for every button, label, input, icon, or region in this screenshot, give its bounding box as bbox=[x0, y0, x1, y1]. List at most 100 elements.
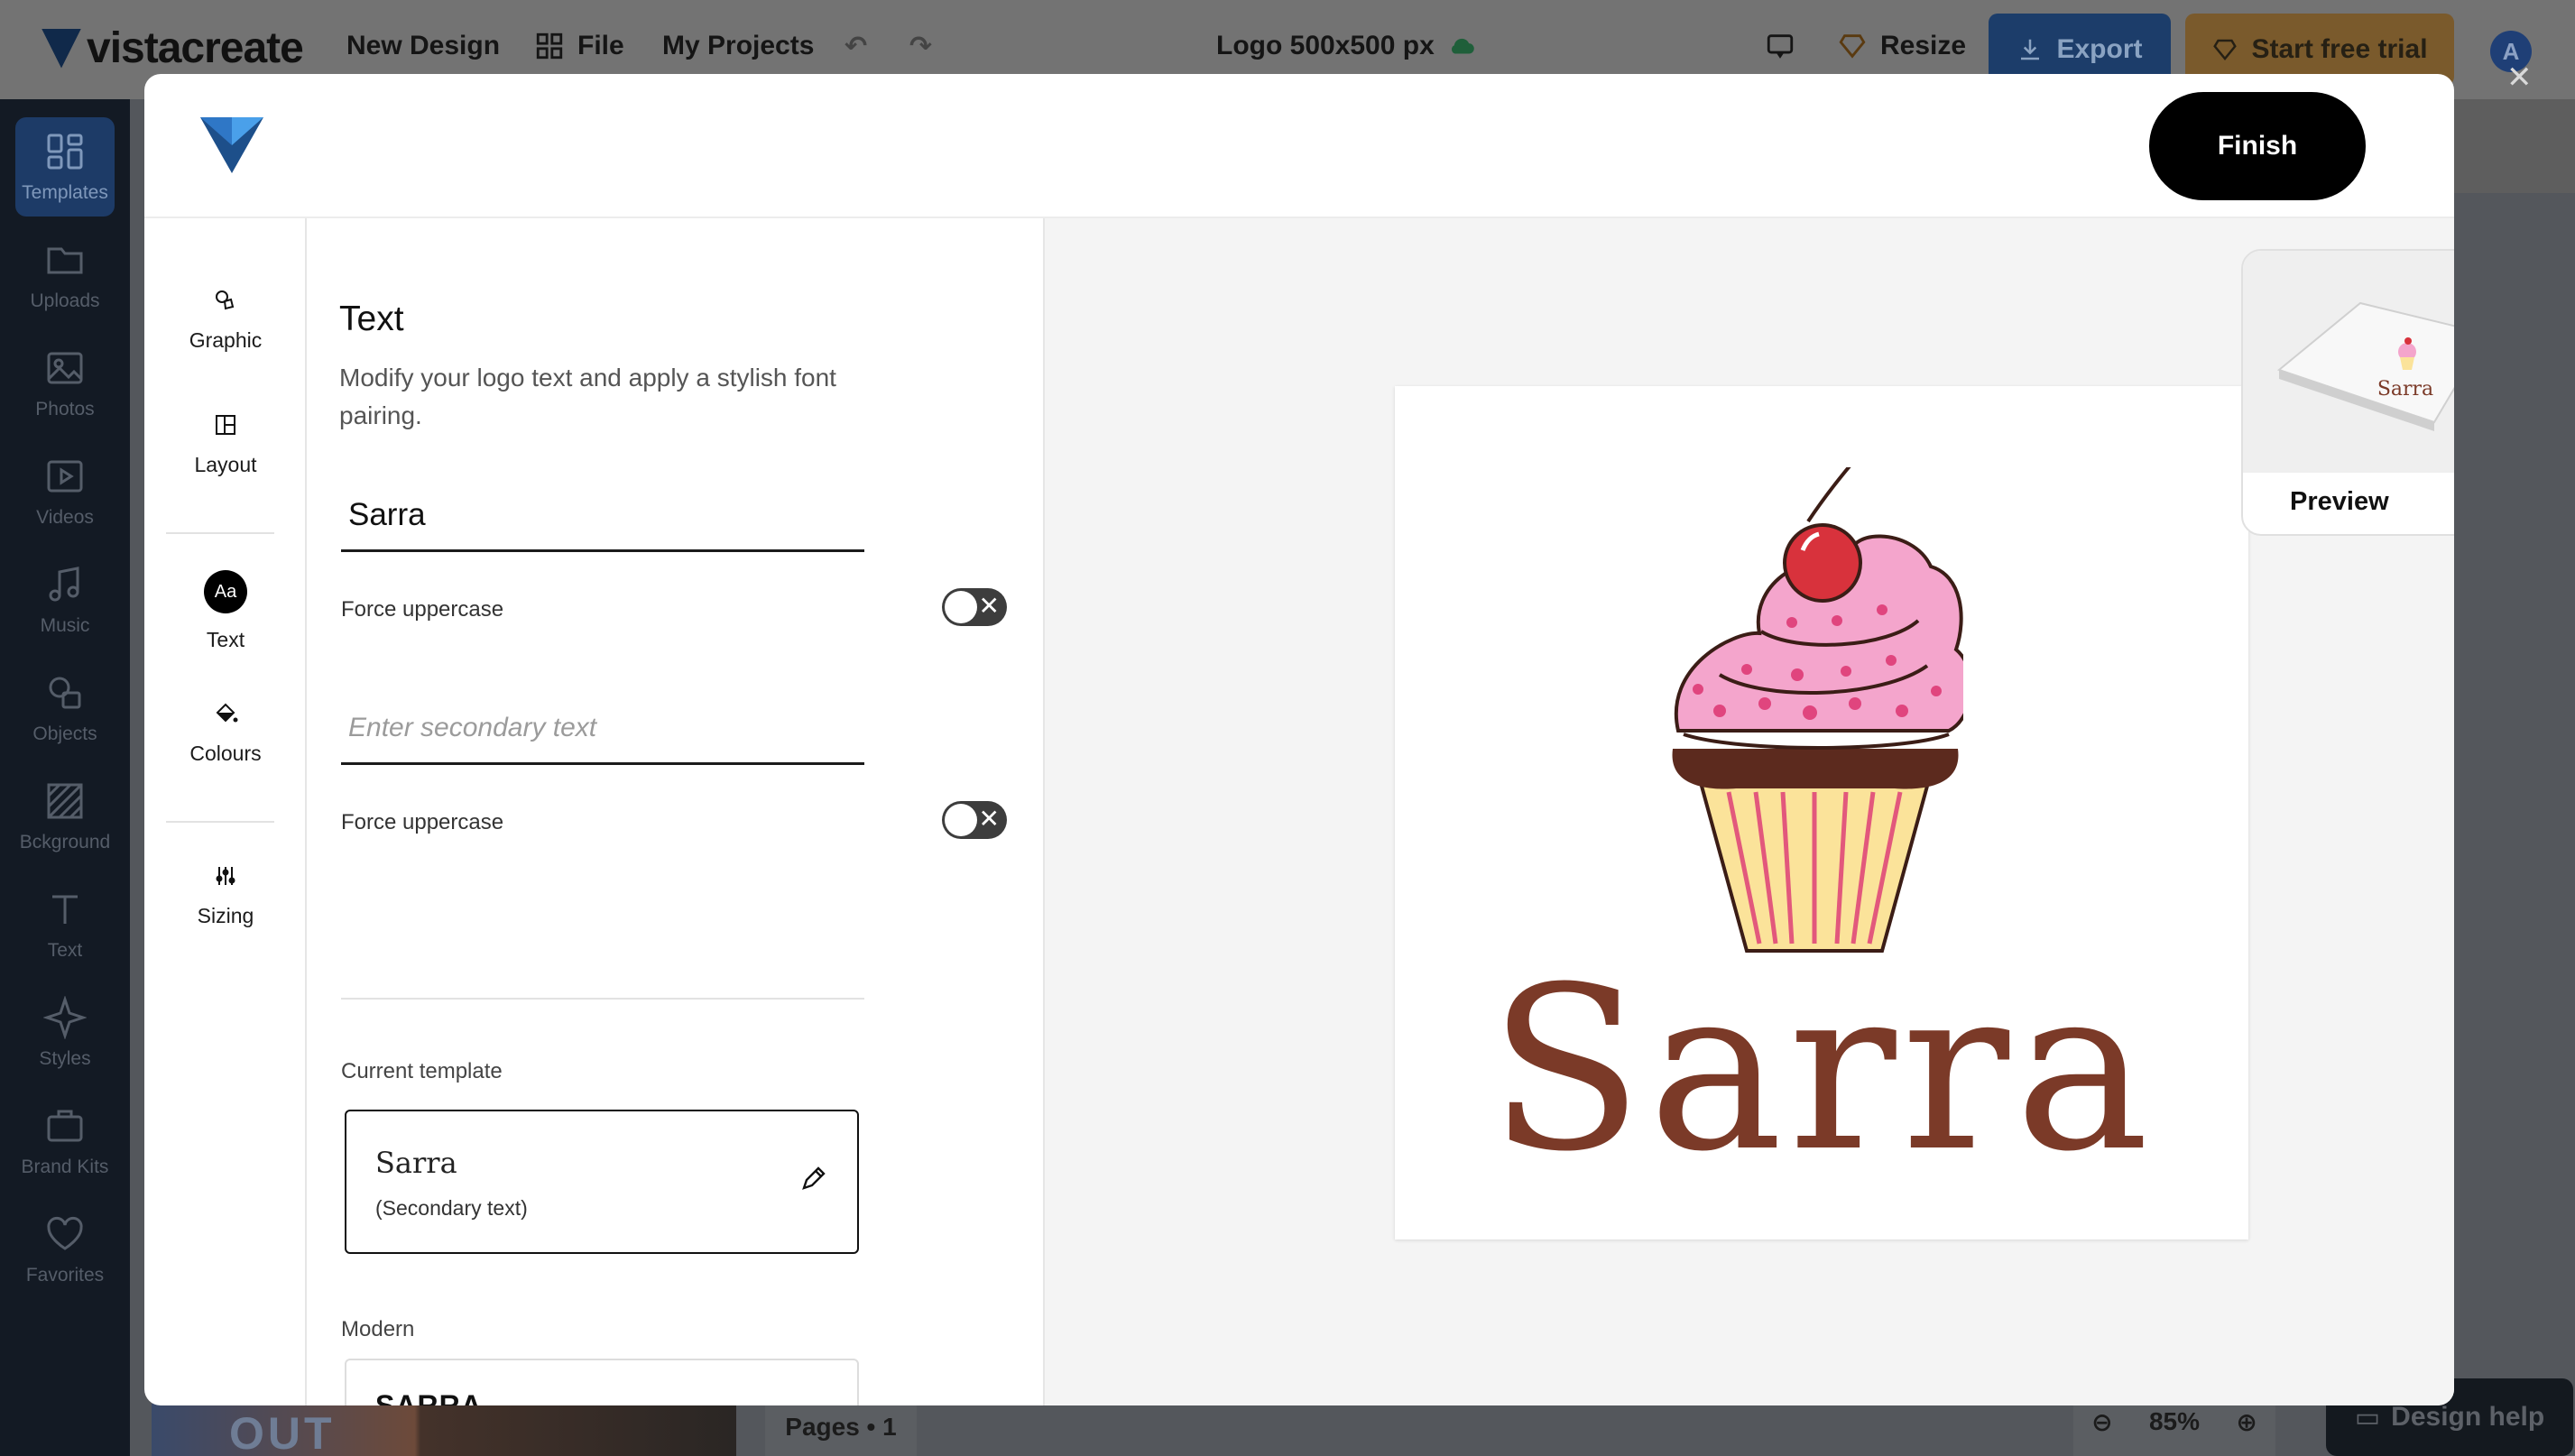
pages-indicator[interactable]: Pages • 1 bbox=[765, 1398, 917, 1456]
sidebar-item-label: Favorites bbox=[25, 1265, 105, 1286]
background-thumb-text: OUT bbox=[229, 1408, 336, 1456]
resize-label: Resize bbox=[1880, 31, 1967, 60]
paint-bucket-icon bbox=[216, 703, 238, 723]
force-uppercase-label: Force uppercase bbox=[341, 810, 504, 834]
divider bbox=[341, 998, 864, 1000]
force-uppercase-label: Force uppercase bbox=[341, 597, 504, 622]
sidebar-item-photos[interactable]: Photos bbox=[0, 334, 130, 433]
tool-sizing[interactable]: Sizing bbox=[144, 862, 307, 928]
force-uppercase-secondary-toggle[interactable]: ✕ bbox=[942, 801, 1007, 839]
text-settings-panel: Text Modify your logo text and apply a s… bbox=[307, 218, 1045, 1405]
toggle-knob bbox=[945, 804, 977, 836]
sidebar-item-objects[interactable]: Objects bbox=[0, 659, 130, 758]
secondary-text-input[interactable]: Enter secondary text bbox=[341, 693, 864, 765]
zoom-in-icon[interactable]: ⊕ bbox=[2236, 1407, 2257, 1437]
business-card-mockup: Sarra bbox=[2243, 251, 2454, 473]
music-icon bbox=[49, 567, 79, 602]
tool-colours[interactable]: Colours bbox=[144, 700, 307, 766]
tool-label: Graphic bbox=[189, 328, 263, 352]
panel-title: Text bbox=[339, 299, 404, 338]
video-icon bbox=[47, 460, 83, 493]
new-design-menu[interactable]: New Design bbox=[346, 31, 500, 61]
current-template-card[interactable]: Sarra (Secondary text) bbox=[345, 1110, 859, 1254]
force-uppercase-toggle[interactable]: ✕ bbox=[942, 588, 1007, 626]
heart-icon bbox=[47, 1216, 83, 1250]
brand-name: vistacreate bbox=[87, 24, 304, 72]
cupcake-graphic[interactable] bbox=[1666, 467, 1963, 954]
sidebar-item-favorites[interactable]: Favorites bbox=[0, 1200, 130, 1299]
toggle-off-icon: ✕ bbox=[978, 805, 1000, 833]
file-label: File bbox=[577, 31, 624, 60]
file-menu[interactable]: File bbox=[534, 31, 624, 61]
design-help-label: Design help bbox=[2391, 1402, 2545, 1432]
logo-maker-modal: Finish Graphic Layout Aa Text Colours Si… bbox=[144, 74, 2454, 1405]
sparkle-icon bbox=[43, 996, 87, 1039]
sidebar-item-styles[interactable]: Styles bbox=[0, 983, 130, 1083]
preview-label: Preview bbox=[2290, 487, 2389, 516]
preview-card[interactable]: Sarra Preview → bbox=[2241, 249, 2454, 536]
tool-graphic[interactable]: Graphic bbox=[144, 287, 307, 353]
tool-label: Layout bbox=[194, 453, 257, 476]
sidebar-item-label: Styles bbox=[39, 1048, 91, 1069]
sidebar-item-label: Music bbox=[40, 615, 90, 636]
document-title[interactable]: Logo 500x500 px bbox=[1216, 31, 1478, 61]
logo-artboard[interactable]: Sarra bbox=[1395, 386, 2248, 1239]
sidebar-item-label: Videos bbox=[36, 507, 94, 528]
download-icon bbox=[2021, 39, 2040, 60]
sidebar-item-uploads[interactable]: Uploads bbox=[0, 226, 130, 325]
image-icon bbox=[47, 352, 83, 384]
redo-icon[interactable]: ↷ bbox=[909, 31, 932, 62]
panel-description: Modify your logo text and apply a stylis… bbox=[339, 364, 836, 429]
tool-layout[interactable]: Layout bbox=[144, 411, 307, 477]
tool-text[interactable]: Aa Text bbox=[144, 570, 307, 652]
grid-icon bbox=[536, 32, 563, 60]
current-template-label: Current template bbox=[341, 1059, 503, 1083]
template-secondary-text: (Secondary text) bbox=[375, 1196, 528, 1220]
templates-icon bbox=[47, 134, 83, 170]
sidebar-item-label: Photos bbox=[35, 399, 95, 419]
sidebar-item-brand-kits[interactable]: Brand Kits bbox=[0, 1092, 130, 1191]
modern-sample-text: SARRA bbox=[375, 1389, 483, 1405]
zoom-level[interactable]: 85% bbox=[2149, 1407, 2200, 1436]
toggle-knob bbox=[945, 591, 977, 623]
logo-tools-rail: Graphic Layout Aa Text Colours Sizing bbox=[144, 218, 307, 1405]
modern-template-card[interactable]: SARRA bbox=[345, 1359, 859, 1405]
sidebar-item-label: Brand Kits bbox=[21, 1157, 109, 1177]
modal-header: Finish bbox=[144, 74, 2454, 218]
vistacreate-logo-icon bbox=[200, 117, 263, 173]
sidebar-item-templates[interactable]: Templates bbox=[15, 117, 115, 217]
text-aa-icon: Aa bbox=[204, 570, 247, 613]
cloud-saved-icon bbox=[1451, 38, 1474, 54]
close-icon[interactable]: ✕ bbox=[2506, 60, 2533, 96]
briefcase-icon bbox=[47, 1110, 83, 1142]
sidebar-item-text[interactable]: Text bbox=[0, 875, 130, 974]
start-free-trial-label: Start free trial bbox=[2251, 34, 2428, 64]
comments-icon[interactable] bbox=[1765, 31, 1795, 61]
sidebar-item-background[interactable]: Bckground bbox=[0, 767, 130, 866]
vistacreate-logo[interactable]: vistacreate bbox=[42, 23, 304, 73]
my-projects-menu[interactable]: My Projects bbox=[662, 31, 814, 61]
sliders-icon bbox=[216, 867, 235, 885]
shapes-icon bbox=[216, 290, 235, 310]
sidebar-item-videos[interactable]: Videos bbox=[0, 442, 130, 541]
undo-icon[interactable]: ↶ bbox=[844, 31, 867, 62]
folder-icon bbox=[47, 247, 83, 274]
primary-text-input[interactable]: Sarra bbox=[341, 480, 864, 552]
diamond-icon bbox=[2213, 39, 2238, 60]
document-title-text: Logo 500x500 px bbox=[1216, 31, 1435, 60]
layout-icon bbox=[216, 415, 235, 435]
chat-icon: ▭ bbox=[2354, 1402, 2381, 1433]
sidebar-item-label: Text bbox=[47, 940, 83, 961]
finish-button[interactable]: Finish bbox=[2149, 92, 2366, 200]
logo-canvas-area: Sarra Sarra Preview → bbox=[1045, 218, 2454, 1405]
shapes-icon bbox=[49, 677, 81, 709]
zoom-out-icon[interactable]: ⊖ bbox=[2091, 1407, 2112, 1437]
resize-button[interactable]: Resize bbox=[1837, 31, 1966, 61]
sidebar-item-music[interactable]: Music bbox=[0, 550, 130, 650]
pencil-icon[interactable] bbox=[798, 1164, 828, 1194]
modern-style-label: Modern bbox=[341, 1317, 415, 1341]
left-sidebar: Templates Uploads Photos Videos Music Ob… bbox=[0, 99, 130, 1456]
business-card-image: Sarra bbox=[2276, 301, 2454, 431]
logo-text[interactable]: Sarra bbox=[1395, 938, 2248, 1201]
tool-label: Colours bbox=[189, 742, 262, 765]
